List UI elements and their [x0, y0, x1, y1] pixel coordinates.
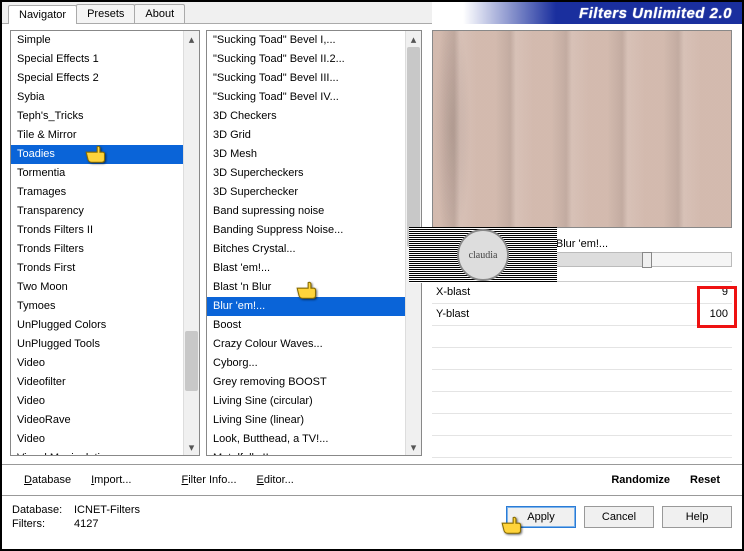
list-item[interactable]: Tronds Filters	[11, 240, 183, 259]
watermark: claudia	[409, 227, 557, 283]
tab-presets[interactable]: Presets	[76, 4, 135, 23]
params-panel: X-blast 9 Y-blast 100	[432, 281, 732, 458]
list-item[interactable]: 3D Supercheckers	[207, 164, 405, 183]
list-item[interactable]: 3D Superchecker	[207, 183, 405, 202]
scroll-up-icon[interactable]: ▴	[184, 31, 199, 47]
status-db-value: ICNET-Filters	[74, 504, 140, 516]
param-row-yblast[interactable]: Y-blast 100	[432, 304, 732, 326]
reset-button[interactable]: Reset	[680, 470, 730, 490]
list-item[interactable]: Special Effects 2	[11, 69, 183, 88]
apply-button[interactable]: Apply	[506, 506, 576, 528]
scroll-down-icon[interactable]: ▾	[406, 439, 421, 455]
list-item[interactable]: Sybia	[11, 88, 183, 107]
filter-info-button[interactable]: Filter Info...	[171, 470, 246, 490]
param-value: 9	[722, 284, 728, 301]
list-item[interactable]: Tymoes	[11, 297, 183, 316]
list-item[interactable]: Blur 'em!...	[207, 297, 405, 316]
list-item[interactable]: UnPlugged Colors	[11, 316, 183, 335]
param-row-empty	[432, 370, 732, 392]
preview-image	[432, 30, 732, 228]
list-item[interactable]: Blast 'n Blur	[207, 278, 405, 297]
tab-about[interactable]: About	[134, 4, 185, 23]
list-item[interactable]: 3D Grid	[207, 126, 405, 145]
list-item[interactable]: "Sucking Toad" Bevel II.2...	[207, 50, 405, 69]
param-row-empty	[432, 436, 732, 458]
list-item[interactable]: "Sucking Toad" Bevel I,...	[207, 31, 405, 50]
cancel-button[interactable]: Cancel	[584, 506, 654, 528]
param-value: 100	[710, 306, 728, 323]
list-item[interactable]: Visual Manipulation	[11, 449, 183, 456]
list-item[interactable]: Living Sine (circular)	[207, 392, 405, 411]
list-item[interactable]: Tile & Mirror	[11, 126, 183, 145]
status-bar: Database: ICNET-Filters Filters: 4127 Appl…	[2, 496, 742, 538]
scroll-up-icon[interactable]: ▴	[406, 31, 421, 47]
app-title: Filters Unlimited 2.0	[579, 5, 732, 22]
list-item[interactable]: Blast 'em!...	[207, 259, 405, 278]
import-button[interactable]: Import...	[81, 470, 141, 490]
editor-button[interactable]: Editor...	[247, 470, 304, 490]
param-row-empty	[432, 348, 732, 370]
list-item[interactable]: Two Moon	[11, 278, 183, 297]
list-item[interactable]: Simple	[11, 31, 183, 50]
status-filters-value: 4127	[74, 518, 98, 530]
category-list[interactable]: SimpleSpecial Effects 1Special Effects 2…	[10, 30, 200, 456]
param-label: X-blast	[436, 284, 470, 301]
randomize-button[interactable]: Randomize	[601, 470, 680, 490]
list-item[interactable]: 3D Mesh	[207, 145, 405, 164]
scrollbar[interactable]: ▴ ▾	[183, 31, 199, 455]
list-item[interactable]: Tronds Filters II	[11, 221, 183, 240]
list-item[interactable]: Boost	[207, 316, 405, 335]
filter-list[interactable]: "Sucking Toad" Bevel I,..."Sucking Toad"…	[206, 30, 422, 456]
param-row-empty	[432, 392, 732, 414]
tab-navigator[interactable]: Navigator	[8, 5, 77, 24]
list-item[interactable]: Bitches Crystal...	[207, 240, 405, 259]
list-item[interactable]: Special Effects 1	[11, 50, 183, 69]
list-item[interactable]: Look, Butthead, a TV!...	[207, 430, 405, 449]
status-filters-label: Filters:	[12, 518, 68, 530]
list-item[interactable]: Tronds First	[11, 259, 183, 278]
list-item[interactable]: Tramages	[11, 183, 183, 202]
param-row-empty	[432, 414, 732, 436]
list-item[interactable]: 3D Checkers	[207, 107, 405, 126]
list-item[interactable]: Living Sine (linear)	[207, 411, 405, 430]
list-item[interactable]: Toadies	[11, 145, 183, 164]
list-item[interactable]: Band supressing noise	[207, 202, 405, 221]
list-item[interactable]: Cyborg...	[207, 354, 405, 373]
list-item[interactable]: Teph's_Tricks	[11, 107, 183, 126]
param-row-xblast[interactable]: X-blast 9	[432, 282, 732, 304]
param-label: Y-blast	[436, 306, 469, 323]
toolbar: Database Import... Filter Info... Editor…	[2, 464, 742, 496]
database-button[interactable]: Database	[14, 470, 81, 490]
scroll-down-icon[interactable]: ▾	[184, 439, 199, 455]
list-item[interactable]: Videofilter	[11, 373, 183, 392]
scroll-thumb[interactable]	[185, 331, 198, 391]
list-item[interactable]: Metalfalls II...	[207, 449, 405, 456]
help-button[interactable]: Help	[662, 506, 732, 528]
list-item[interactable]: Crazy Colour Waves...	[207, 335, 405, 354]
list-item[interactable]: UnPlugged Tools	[11, 335, 183, 354]
list-item[interactable]: Video	[11, 430, 183, 449]
list-item[interactable]: Video	[11, 392, 183, 411]
header-bar: Navigator Presets About Filters Unlimite…	[2, 2, 742, 24]
watermark-badge: claudia	[457, 229, 509, 281]
list-item[interactable]: Grey removing BOOST	[207, 373, 405, 392]
list-item[interactable]: Tormentia	[11, 164, 183, 183]
list-item[interactable]: Banding Suppress Noise...	[207, 221, 405, 240]
tab-strip: Navigator Presets About	[2, 2, 432, 24]
status-db-label: Database:	[12, 504, 68, 516]
param-row-empty	[432, 326, 732, 348]
list-item[interactable]: "Sucking Toad" Bevel III...	[207, 69, 405, 88]
title-bar: Filters Unlimited 2.0	[432, 2, 742, 24]
list-item[interactable]: Transparency	[11, 202, 183, 221]
scroll-thumb[interactable]	[407, 47, 420, 247]
list-item[interactable]: VideoRave	[11, 411, 183, 430]
main-area: SimpleSpecial Effects 1Special Effects 2…	[2, 24, 742, 464]
list-item[interactable]: Video	[11, 354, 183, 373]
list-item[interactable]: "Sucking Toad" Bevel IV...	[207, 88, 405, 107]
